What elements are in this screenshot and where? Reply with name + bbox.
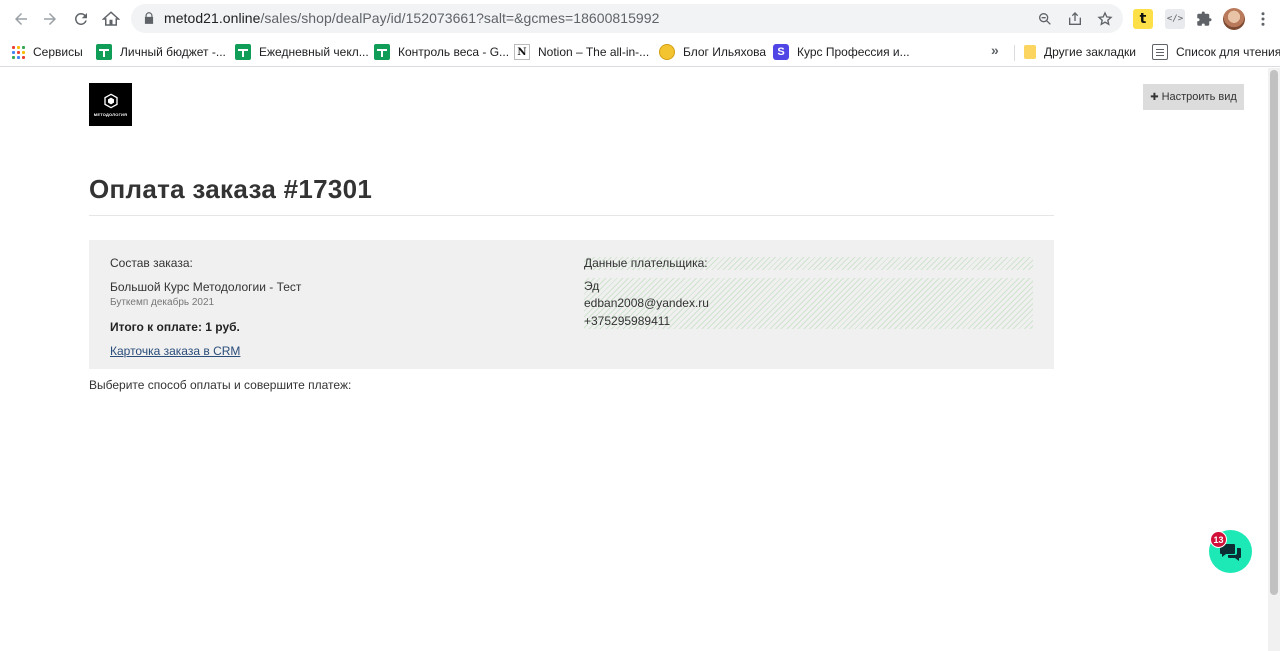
reload-button[interactable] [68, 6, 94, 32]
payer-email: edban2008@yandex.ru [584, 296, 709, 310]
more-bookmarks-button[interactable]: » [991, 42, 999, 58]
payer-phone: +375295989411 [584, 314, 671, 328]
arrow-left-icon [15, 13, 27, 25]
bookmark-services[interactable]: Сервисы [12, 41, 83, 63]
home-button[interactable] [98, 6, 124, 32]
customize-view-label: Настроить вид [1161, 91, 1237, 103]
bookmark-label: Сервисы [33, 45, 83, 59]
share-icon[interactable] [1065, 9, 1085, 29]
forward-button[interactable] [37, 6, 63, 32]
bookmark-label: Другие закладки [1044, 45, 1136, 59]
payer-name: Эд [584, 279, 600, 293]
bookmark-weight[interactable]: Контроль веса - G... [374, 41, 509, 63]
more-vert-icon [1261, 12, 1265, 26]
menu-button[interactable] [1250, 6, 1276, 32]
other-bookmarks[interactable]: Другие закладки [1024, 41, 1136, 63]
bookmark-label: Список для чтения [1176, 45, 1280, 59]
notion-icon: N [514, 44, 530, 60]
order-total: Итого к оплате: 1 руб. [110, 320, 240, 334]
page-scrollbar[interactable] [1268, 68, 1280, 651]
bookmarks-divider [1014, 45, 1015, 61]
puzzle-small-icon: ✚ [1150, 91, 1159, 103]
product-name: Большой Курс Методологии - Тест [110, 280, 302, 294]
letter-s-icon: S [773, 44, 789, 60]
bookmark-label: Notion – The all-in-... [538, 45, 650, 59]
profile-avatar[interactable] [1223, 8, 1245, 30]
back-button[interactable] [8, 6, 34, 32]
extension-code-icon[interactable]: </> [1165, 9, 1185, 29]
bookmark-label: Курс Профессия и... [797, 45, 910, 59]
zoom-icon[interactable] [1035, 9, 1055, 29]
url-text: metod21.online/sales/shop/dealPay/id/152… [164, 10, 660, 26]
extension-yellow-icon[interactable]: t [1133, 9, 1153, 29]
puzzle-icon[interactable] [1194, 9, 1214, 29]
home-icon [102, 11, 120, 26]
apps-grid-icon [12, 45, 25, 59]
bookmark-checklist[interactable]: Ежедневный чекл... [235, 41, 369, 63]
sheets-icon [235, 44, 251, 60]
page-content: МЕТОДОЛОГИЯ ✚ Настроить вид Оплата заказ… [0, 68, 1268, 651]
browser-toolbar: metod21.online/sales/shop/dealPay/id/152… [0, 0, 1280, 37]
bookmark-label: Контроль веса - G... [398, 45, 510, 59]
bookmark-label: Ежедневный чекл... [259, 45, 369, 59]
page-title: Оплата заказа #17301 [89, 174, 373, 204]
address-bar[interactable]: metod21.online/sales/shop/dealPay/id/152… [131, 4, 1123, 33]
lock-icon [144, 12, 154, 24]
bookmark-budget[interactable]: Личный бюджет -... [96, 41, 226, 63]
star-icon[interactable] [1095, 9, 1115, 29]
reading-list[interactable]: Список для чтения [1152, 41, 1280, 63]
bookmark-label: Блог Ильяхова [683, 45, 767, 59]
customize-view-button[interactable]: ✚ Настроить вид [1143, 84, 1244, 110]
logo-text: МЕТОДОЛОГИЯ [93, 111, 128, 117]
composition-label: Состав заказа: [110, 256, 193, 270]
payment-instruction: Выберите способ оплаты и совершите плате… [89, 378, 352, 392]
coin-icon [659, 44, 675, 60]
arrow-right-icon [44, 13, 56, 25]
crm-card-link[interactable]: Карточка заказа в CRM [110, 344, 240, 358]
payer-label: Данные плательщика: [584, 256, 708, 270]
scrollbar-thumb[interactable] [1270, 70, 1278, 595]
title-divider [89, 215, 1054, 216]
folder-icon [1024, 45, 1036, 59]
order-summary: Состав заказа: Большой Курс Методологии … [89, 240, 1054, 369]
reload-icon [74, 12, 87, 25]
product-subtitle: Буткемп декабрь 2021 [110, 297, 215, 308]
site-logo[interactable]: МЕТОДОЛОГИЯ [89, 83, 132, 126]
bookmarks-bar: Сервисы Личный бюджет -... Ежедневный че… [0, 37, 1280, 67]
hexagon-logo-icon [103, 93, 118, 108]
chat-unread-badge: 13 [1210, 531, 1227, 548]
bookmark-blog[interactable]: Блог Ильяхова [659, 41, 766, 63]
bookmark-notion[interactable]: N Notion – The all-in-... [514, 41, 649, 63]
sheets-icon [96, 44, 112, 60]
reading-list-icon [1152, 44, 1168, 60]
bookmark-label: Личный бюджет -... [120, 45, 226, 59]
sheets-icon [374, 44, 390, 60]
bookmark-course[interactable]: S Курс Профессия и... [773, 41, 910, 63]
